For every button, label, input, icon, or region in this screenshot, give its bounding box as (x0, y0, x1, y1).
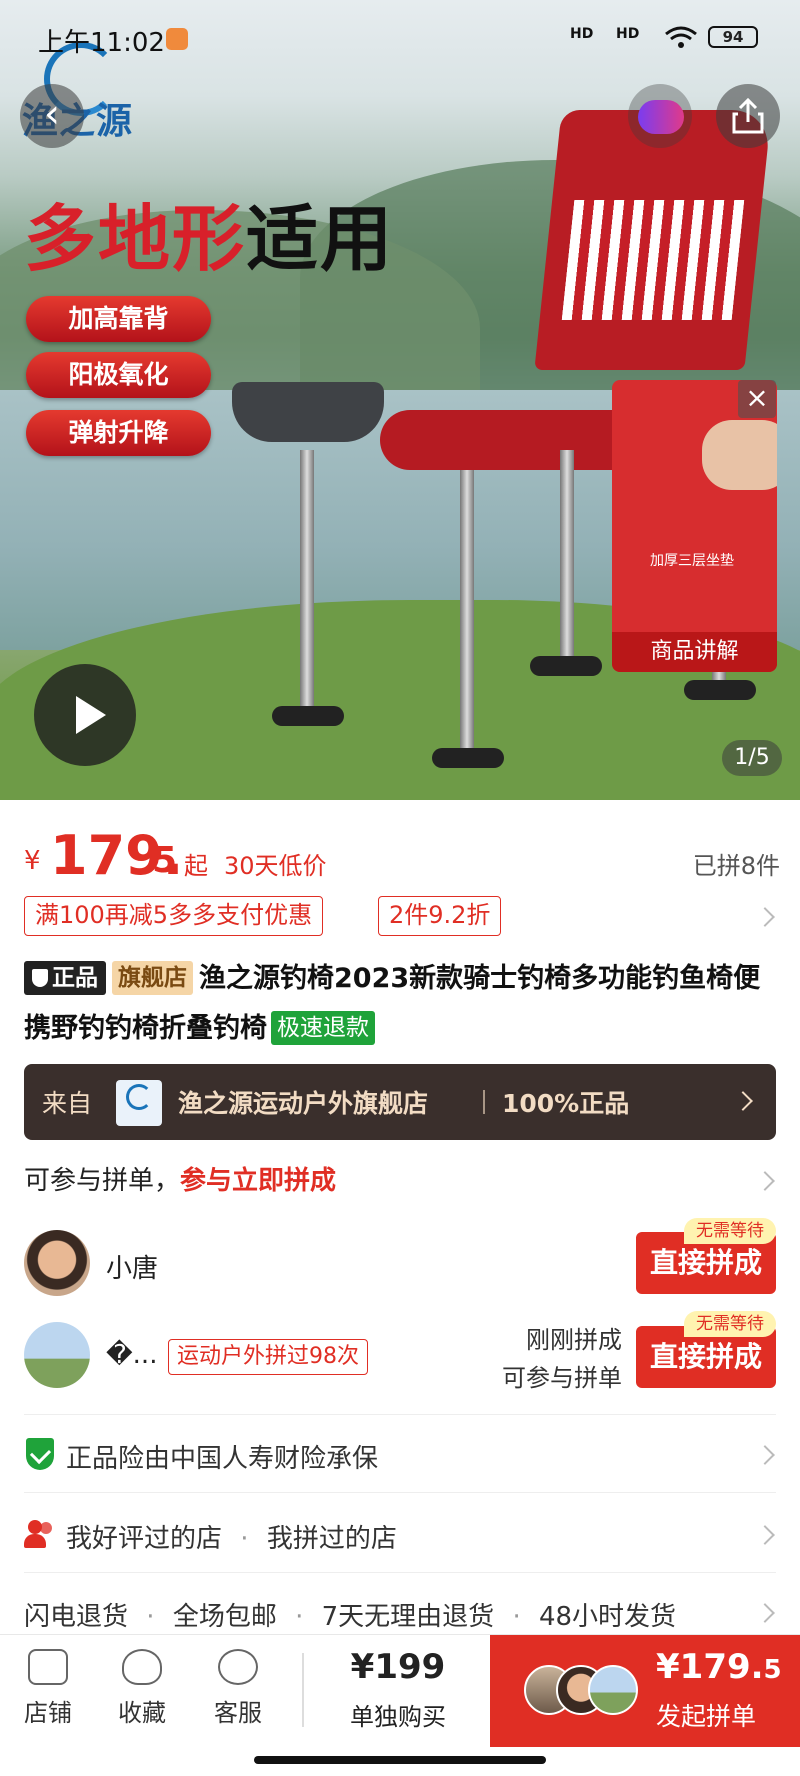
product-video-popup[interactable]: 加厚三层坐垫 商品讲解 (612, 380, 777, 672)
fast-refund-badge: 极速退款 (271, 1011, 375, 1045)
low-price-tag: 30天低价 (224, 852, 327, 880)
divider (24, 1414, 776, 1415)
heart-icon (638, 100, 684, 134)
share-button[interactable] (716, 84, 780, 148)
status-time: 上午11:02 (38, 28, 165, 58)
back-button[interactable]: ‹ (20, 84, 84, 148)
store-name: 渔之源运动户外旗舰店 (178, 1089, 429, 1118)
user-name: �... (106, 1340, 158, 1370)
people-icon (24, 1520, 58, 1550)
image-page-indicator: 1/5 (722, 740, 782, 776)
signal-icon: HD (570, 26, 594, 42)
battery-indicator: 94 (708, 26, 758, 48)
chair-foot (272, 706, 344, 726)
favorite-heart-button[interactable] (628, 84, 692, 148)
video-close-button[interactable]: × (738, 380, 776, 418)
favorite-tab-button[interactable]: 收藏 (102, 1649, 182, 1728)
solo-buy-button[interactable]: 单独购买 (318, 1697, 478, 1732)
store-icon (28, 1649, 68, 1685)
signal-icon: HD (616, 26, 640, 42)
no-wait-tag: 无需等待 (684, 1311, 776, 1337)
heart-icon (122, 1649, 162, 1685)
price-decimal: 5 (152, 840, 178, 881)
chevron-right-icon[interactable] (755, 907, 775, 927)
group-status: 刚刚拼成 (526, 1326, 622, 1354)
chevron-right-icon[interactable] (755, 1445, 775, 1465)
group-status: 可参与拼单 (502, 1364, 622, 1392)
user-name: 小唐 (106, 1254, 159, 1284)
chat-icon (218, 1649, 258, 1685)
flagship-badge: 旗舰店 (112, 961, 193, 995)
price-suffix: 起 (184, 852, 208, 880)
feature-badge: 阳极氧化 (26, 352, 211, 398)
store-bar[interactable]: 来自 渔之源运动户外旗舰店 100%正品 (24, 1064, 776, 1140)
chair-foot (530, 656, 602, 676)
divider (302, 1653, 304, 1727)
group-buy-price: ¥179.5 (656, 1647, 782, 1687)
group-buy-header[interactable]: 可参与拼单，参与立即拼成 (24, 1160, 336, 1197)
bottom-action-bar: 店铺 收藏 客服 ¥199 单独购买 ¥179.5 发起拼单 (0, 1634, 800, 1747)
avatar (24, 1230, 90, 1296)
group-buy-label: 发起拼单 (656, 1702, 757, 1731)
user-history-tag: 运动户外拼过98次 (168, 1339, 368, 1375)
sold-count: 已拼8件 (692, 852, 780, 880)
guarantees-row[interactable]: 闪电退货 · 全场包邮 · 7天无理由退货 · 48小时发货 (24, 1596, 676, 1633)
chevron-right-icon[interactable] (755, 1525, 775, 1545)
store-from-label: 来自 (42, 1089, 93, 1118)
start-group-buy-button[interactable]: ¥179.5 发起拼单 (490, 1635, 800, 1747)
shield-check-icon (26, 1438, 54, 1470)
shield-icon (32, 969, 48, 987)
store-tab-button[interactable]: 店铺 (8, 1649, 88, 1728)
video-caption: 加厚三层坐垫 (650, 553, 734, 569)
chair-bowl (232, 382, 384, 442)
reviews-row[interactable]: 我好评过的店 · 我拼过的店 (66, 1518, 397, 1555)
video-label: 商品讲解 (612, 632, 777, 672)
video-thumbnail-hand (702, 420, 777, 490)
solo-buy-price[interactable]: ¥199 (318, 1647, 478, 1687)
promo-tag[interactable]: 2件9.2折 (378, 896, 502, 936)
product-image-carousel[interactable]: 多地形适用 加高靠背 阳极氧化 弹射升降 渔之源 ‹ 加厚三层坐垫 商品讲解 ×… (0, 0, 800, 800)
wifi-icon (664, 26, 698, 54)
chevron-right-icon (733, 1091, 753, 1111)
play-video-button[interactable] (34, 664, 136, 766)
avatar (24, 1322, 90, 1388)
divider (24, 1572, 776, 1573)
price-currency: ¥ (24, 846, 41, 876)
product-title: 正品 旗舰店 渔之源钓椅2023新款骑士钓椅多功能钓鱼椅便携野钓钓椅折叠钓椅 极速退款 (24, 954, 776, 1054)
notification-icon (166, 28, 188, 50)
logo-ring-icon (126, 1084, 152, 1110)
authentic-badge: 正品 (24, 961, 106, 995)
price-row: ¥ 179. 5 起 30天低价 已拼8件 (24, 824, 780, 887)
avatar (588, 1665, 638, 1715)
feature-badge: 加高靠背 (26, 296, 211, 342)
hero-headline: 多地形适用 (24, 197, 395, 281)
divider (483, 1090, 485, 1114)
store-logo (116, 1080, 162, 1126)
play-icon (76, 696, 106, 734)
insurance-row[interactable]: 正品险由中国人寿财险承保 (66, 1438, 378, 1475)
divider (24, 1492, 776, 1493)
chevron-right-icon[interactable] (755, 1171, 775, 1191)
no-wait-tag: 无需等待 (684, 1218, 776, 1244)
chair-back-pattern (561, 200, 745, 320)
promo-tag[interactable]: 满100再减5多多支付优惠 (24, 896, 324, 936)
store-authentic-text: 100%正品 (502, 1089, 630, 1118)
chair-foot (432, 748, 504, 768)
chair-leg (460, 470, 474, 750)
customer-service-button[interactable]: 客服 (198, 1649, 278, 1728)
chair-leg (300, 450, 314, 720)
chair-foot (684, 680, 756, 700)
home-indicator[interactable] (254, 1756, 546, 1764)
chair-leg (560, 450, 574, 660)
chevron-right-icon[interactable] (755, 1603, 775, 1623)
feature-badge: 弹射升降 (26, 410, 211, 456)
share-icon (732, 97, 764, 134)
status-bar: 上午11:02 HD HD 94 (0, 0, 800, 80)
